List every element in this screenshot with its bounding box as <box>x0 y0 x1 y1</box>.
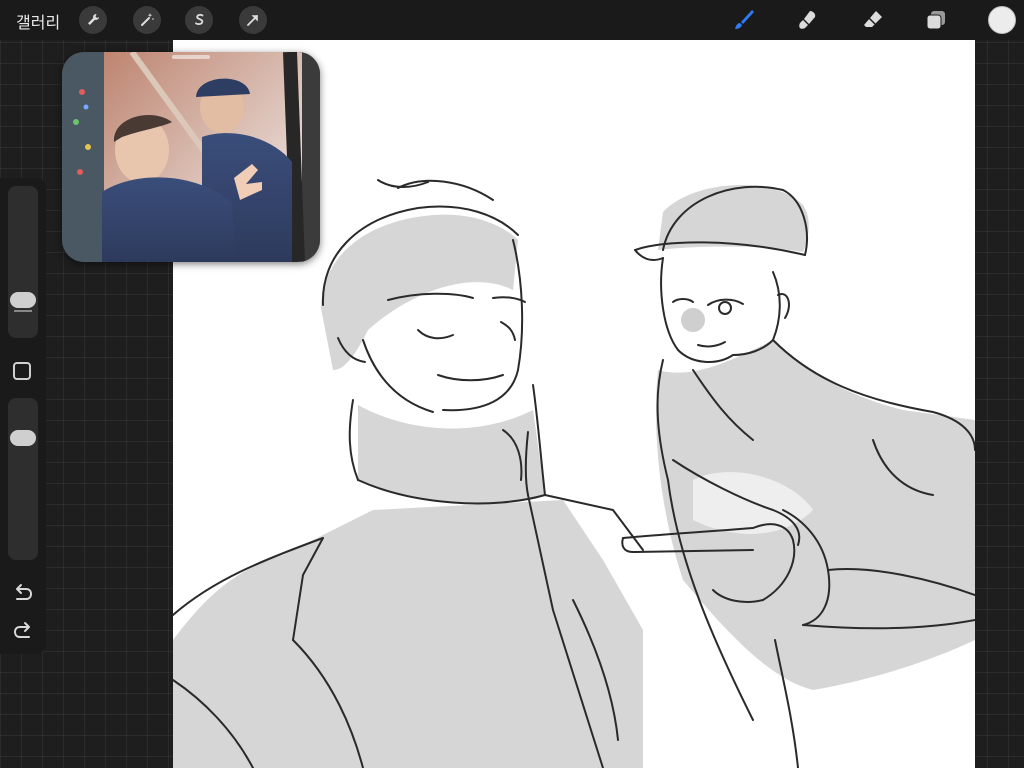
reference-photo <box>62 52 320 262</box>
modify-button[interactable] <box>13 362 31 380</box>
actions-button[interactable] <box>79 6 107 34</box>
opacity-knob[interactable] <box>10 429 36 446</box>
redo-icon <box>13 622 30 638</box>
layers-icon <box>926 11 945 30</box>
redo-button[interactable] <box>11 620 35 642</box>
undo-button[interactable] <box>11 582 35 604</box>
layers-button[interactable] <box>922 6 950 34</box>
transform-arrow-icon <box>247 15 258 26</box>
top-toolbar: 갤러리 <box>0 0 1024 40</box>
undo-icon <box>16 584 33 600</box>
selection-button[interactable] <box>185 6 213 34</box>
reference-window[interactable] <box>62 52 320 262</box>
gallery-button[interactable]: 갤러리 <box>16 9 60 33</box>
selection-s-icon <box>195 13 204 25</box>
eraser-icon <box>864 11 882 27</box>
color-picker-button[interactable] <box>988 6 1016 34</box>
eraser-tool-button[interactable] <box>859 6 887 34</box>
brush-size-slider[interactable] <box>8 186 38 338</box>
opacity-slider[interactable] <box>8 398 38 560</box>
brush-tool-button[interactable] <box>730 6 758 34</box>
smudge-tool-button[interactable] <box>794 6 822 34</box>
reference-drag-handle[interactable] <box>172 55 210 59</box>
adjustments-button[interactable] <box>133 6 161 34</box>
smudge-icon <box>799 11 816 29</box>
left-sidebar <box>0 178 46 654</box>
brush-size-knob[interactable] <box>10 292 36 309</box>
transform-button[interactable] <box>239 6 267 34</box>
wrench-icon <box>88 14 99 25</box>
brush-icon <box>735 10 754 29</box>
slider-divider <box>14 310 32 312</box>
magic-wand-icon <box>141 13 154 26</box>
